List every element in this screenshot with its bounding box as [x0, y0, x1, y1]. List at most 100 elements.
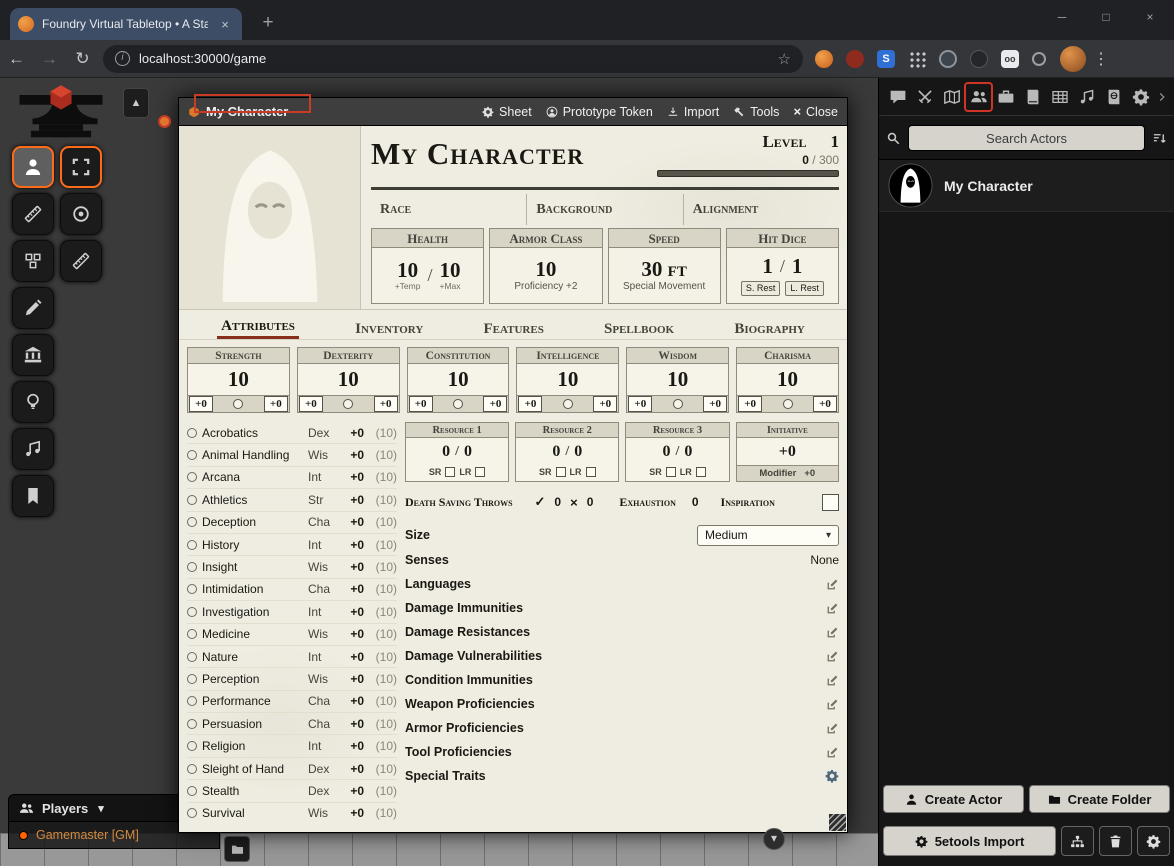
- tab-compendium[interactable]: [1100, 83, 1127, 111]
- skill-proficiency-radio[interactable]: [187, 517, 197, 527]
- skill-row[interactable]: Nature Int +0 (10): [187, 646, 397, 668]
- skill-row[interactable]: Investigation Int +0 (10): [187, 601, 397, 623]
- url-bar[interactable]: i localhost:30000/game ☆: [103, 45, 803, 73]
- new-tab-button[interactable]: +: [254, 10, 282, 38]
- minimize-button[interactable]: ─: [1040, 0, 1084, 34]
- close-sheet-button[interactable]: ×Close: [793, 104, 838, 119]
- wall-controls-button[interactable]: [12, 334, 54, 376]
- skill-row[interactable]: Arcana Int +0 (10): [187, 467, 397, 489]
- window-resize-handle[interactable]: [829, 814, 846, 831]
- skill-proficiency-radio[interactable]: [187, 719, 197, 729]
- browser-extension-icon[interactable]: [939, 50, 957, 68]
- bookmark-star-icon[interactable]: ☆: [778, 50, 791, 68]
- ability-score-input[interactable]: 10: [737, 364, 838, 395]
- exhaustion-value[interactable]: 0: [692, 495, 699, 509]
- race-field[interactable]: Race: [371, 194, 527, 225]
- skill-row[interactable]: Performance Cha +0 (10): [187, 691, 397, 713]
- short-rest-button[interactable]: S. Rest: [741, 281, 781, 296]
- ability-score-input[interactable]: 10: [298, 364, 399, 395]
- death-save-fail-icon[interactable]: ×: [570, 495, 578, 510]
- skill-row[interactable]: Religion Int +0 (10): [187, 735, 397, 757]
- short-rest-checkbox[interactable]: [445, 467, 455, 477]
- character-name-input[interactable]: My Character: [371, 130, 657, 186]
- ability-modifier[interactable]: +0: [518, 396, 542, 412]
- skill-proficiency-radio[interactable]: [187, 652, 197, 662]
- level-value[interactable]: 1: [831, 132, 840, 152]
- sort-icon[interactable]: [1152, 131, 1167, 146]
- speed-value-input[interactable]: 30 ft: [641, 259, 686, 279]
- skill-proficiency-radio[interactable]: [187, 764, 197, 774]
- resource-value-input[interactable]: 0: [442, 443, 450, 461]
- edit-icon[interactable]: [826, 650, 839, 663]
- skill-proficiency-radio[interactable]: [187, 786, 197, 796]
- death-save-fail-count[interactable]: 0: [587, 495, 594, 509]
- ability-save-proficiency-radio[interactable]: [343, 399, 353, 409]
- edit-icon[interactable]: [826, 722, 839, 735]
- tab-actors[interactable]: [965, 83, 992, 111]
- ability-modifier[interactable]: +0: [189, 396, 213, 412]
- short-rest-checkbox[interactable]: [666, 467, 676, 477]
- tab-spellbook[interactable]: Spellbook: [600, 319, 678, 339]
- nav-collapse-button[interactable]: ▲: [123, 88, 149, 118]
- temp-max-label[interactable]: +Max: [439, 281, 460, 291]
- resource-max-input[interactable]: 0: [574, 443, 582, 461]
- select-tool-button[interactable]: [60, 146, 102, 188]
- skill-proficiency-radio[interactable]: [187, 428, 197, 438]
- close-window-button[interactable]: ×: [1128, 0, 1172, 34]
- tab-scenes[interactable]: [938, 83, 965, 111]
- ability-save[interactable]: +0: [593, 396, 617, 412]
- ability-modifier[interactable]: +0: [738, 396, 762, 412]
- edit-icon[interactable]: [826, 746, 839, 759]
- ability-save[interactable]: +0: [813, 396, 837, 412]
- skill-proficiency-radio[interactable]: [187, 607, 197, 617]
- death-save-success-count[interactable]: 0: [554, 495, 561, 509]
- skill-row[interactable]: Insight Wis +0 (10): [187, 556, 397, 578]
- macro-folder-button[interactable]: [224, 836, 250, 862]
- create-folder-button[interactable]: Create Folder: [1029, 785, 1170, 813]
- tab-inventory[interactable]: Inventory: [351, 319, 427, 339]
- ability-save[interactable]: +0: [264, 396, 288, 412]
- long-rest-checkbox[interactable]: [475, 467, 485, 477]
- edit-icon[interactable]: [826, 698, 839, 711]
- ability-score-input[interactable]: 10: [188, 364, 289, 395]
- skill-proficiency-radio[interactable]: [187, 562, 197, 572]
- skill-row[interactable]: Survival Wis +0 (10): [187, 803, 397, 824]
- ability-score-input[interactable]: 10: [517, 364, 618, 395]
- browser-extension-icon[interactable]: oo: [1001, 50, 1019, 68]
- ability-save-proficiency-radio[interactable]: [453, 399, 463, 409]
- ability-save[interactable]: +0: [483, 396, 507, 412]
- ability-save[interactable]: +0: [703, 396, 727, 412]
- lighting-controls-button[interactable]: [12, 381, 54, 423]
- drawing-controls-button[interactable]: [12, 287, 54, 329]
- tools-button[interactable]: Tools: [733, 105, 779, 119]
- browser-extension-icon[interactable]: [815, 50, 833, 68]
- resource-max-input[interactable]: 0: [684, 443, 692, 461]
- tile-controls-button[interactable]: [12, 240, 54, 282]
- refresh-button[interactable]: ↻: [66, 49, 99, 69]
- initiative-modifier-value[interactable]: +0: [804, 468, 815, 479]
- skill-proficiency-radio[interactable]: [187, 495, 197, 505]
- 5etools-import-button[interactable]: 5etools Import: [883, 826, 1056, 856]
- ability-save-proficiency-radio[interactable]: [233, 399, 243, 409]
- scroll-down-button[interactable]: ▾: [763, 828, 785, 850]
- skill-row[interactable]: Deception Cha +0 (10): [187, 512, 397, 534]
- temp-hp-label[interactable]: +Temp: [395, 281, 421, 291]
- prototype-token-button[interactable]: Prototype Token: [546, 105, 653, 119]
- skill-row[interactable]: Sleight of Hand Dex +0 (10): [187, 758, 397, 780]
- browser-menu-icon[interactable]: ⋮: [1086, 49, 1116, 69]
- skill-row[interactable]: Medicine Wis +0 (10): [187, 624, 397, 646]
- edit-icon[interactable]: [826, 602, 839, 615]
- tab-biography[interactable]: Biography: [730, 319, 809, 339]
- background-field[interactable]: Background: [527, 194, 683, 225]
- import-button[interactable]: Import: [667, 105, 719, 119]
- skill-proficiency-radio[interactable]: [187, 741, 197, 751]
- xp-line[interactable]: 0 / 300: [657, 153, 839, 167]
- sidebar-collapse-button[interactable]: [1154, 91, 1169, 103]
- tab-settings[interactable]: [1127, 83, 1154, 111]
- forward-button[interactable]: →: [33, 49, 66, 69]
- ability-score-input[interactable]: 10: [627, 364, 728, 395]
- skill-proficiency-radio[interactable]: [187, 450, 197, 460]
- settings-button[interactable]: [1137, 826, 1170, 856]
- tab-chat[interactable]: [884, 83, 911, 111]
- skill-row[interactable]: Athletics Str +0 (10): [187, 489, 397, 511]
